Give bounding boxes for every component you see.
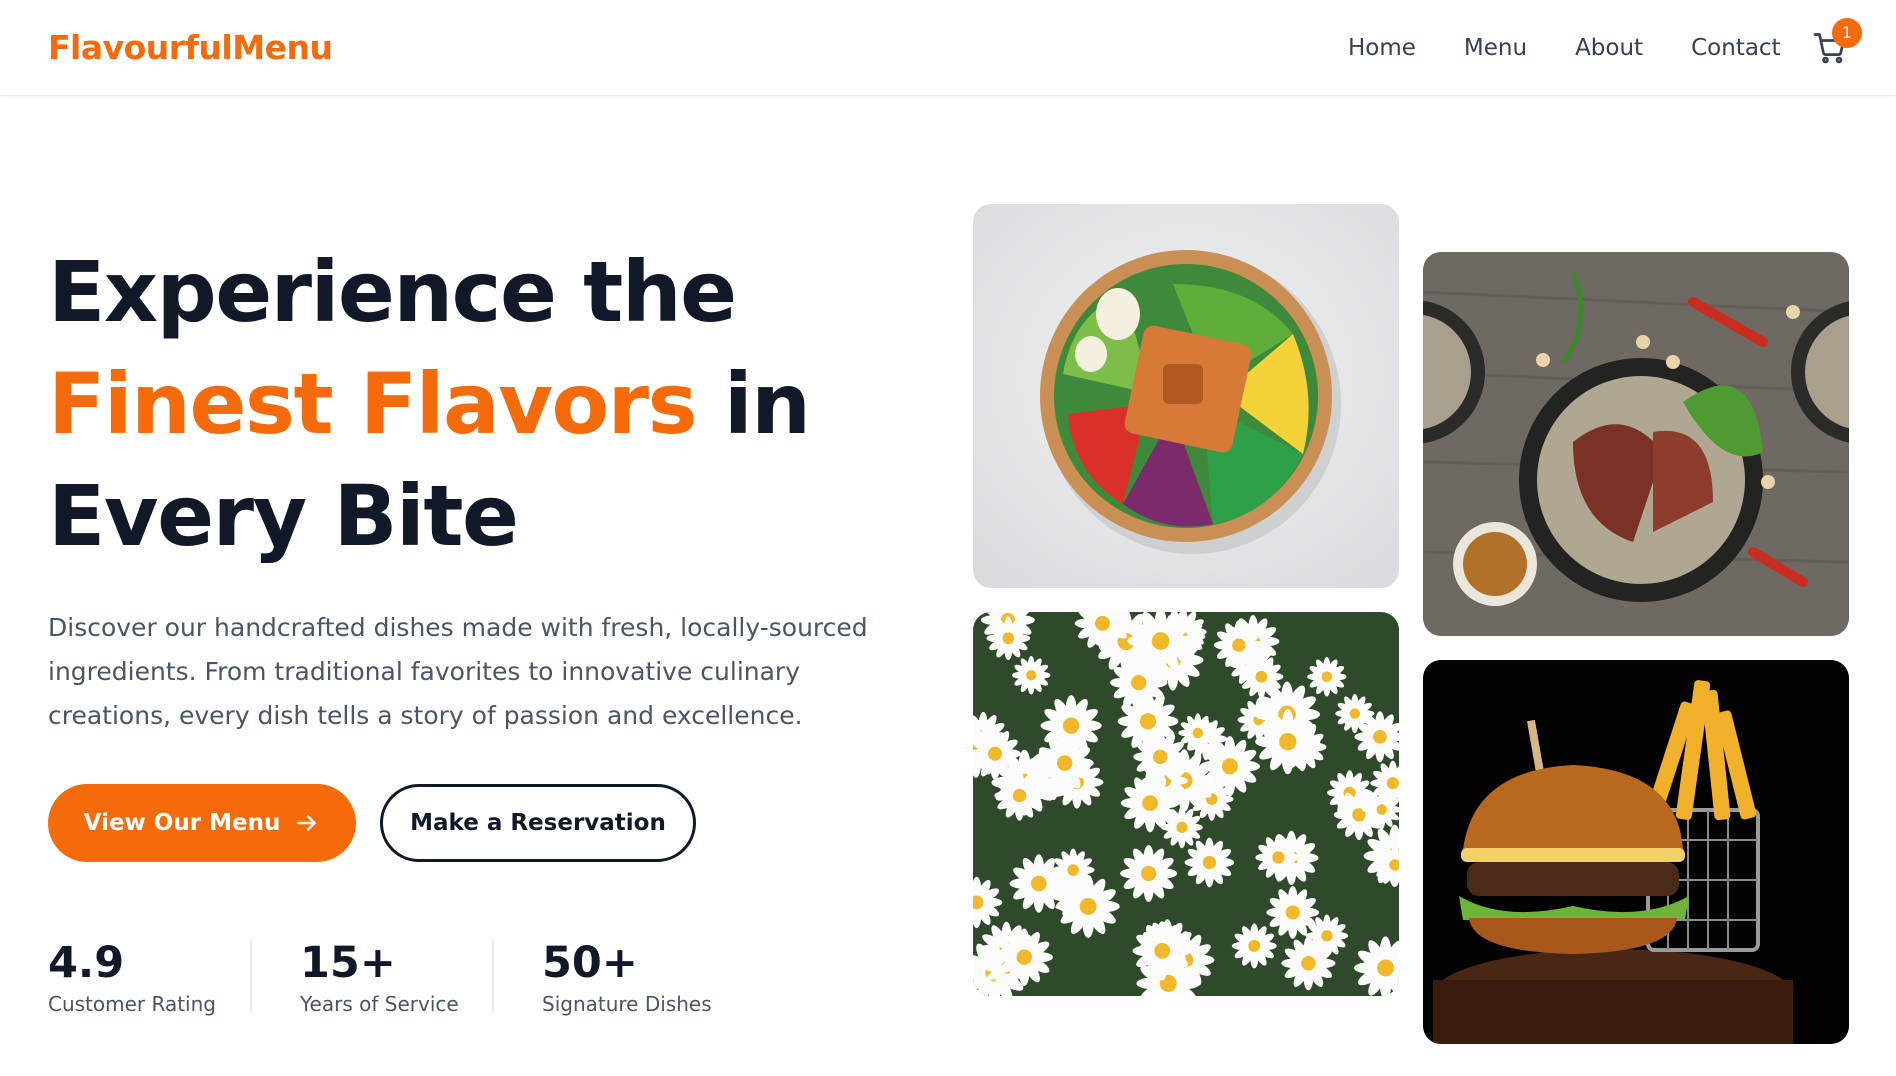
stat-dishes: 50+ Signature Dishes: [542, 936, 712, 1016]
hero-description: Discover our handcrafted dishes made wit…: [48, 613, 868, 730]
view-menu-label: View Our Menu: [83, 810, 281, 836]
burger-fries-image: [1423, 660, 1849, 1044]
reservation-button[interactable]: Make a Reservation: [380, 784, 696, 862]
stat-label: Signature Dishes: [542, 992, 712, 1016]
hero-title: Experience the Finest Flavors in Every B…: [48, 236, 928, 572]
hero-title-accent: Finest Flavors: [48, 355, 698, 453]
daisy-flowers-image: [973, 612, 1399, 996]
stat-divider: [492, 940, 494, 1012]
reservation-label: Make a Reservation: [410, 810, 666, 836]
hero-title-line3: Every Bite: [48, 467, 519, 565]
nav-about[interactable]: About: [1575, 35, 1643, 61]
stat-divider: [250, 940, 252, 1012]
navbar: FlavourfulMenu Home Menu About Contact 1: [0, 0, 1896, 96]
arrow-right-icon: [297, 815, 317, 831]
nav-contact[interactable]: Contact: [1691, 35, 1780, 61]
steak-plates-image: [1423, 252, 1849, 636]
view-menu-button[interactable]: View Our Menu: [48, 784, 356, 862]
stat-label: Years of Service: [300, 992, 459, 1016]
nav-menu[interactable]: Menu: [1464, 35, 1527, 61]
hero-title-in: in: [696, 355, 811, 453]
cart-button[interactable]: 1: [1812, 18, 1862, 70]
stat-label: Customer Rating: [48, 992, 216, 1016]
cart-count-badge: 1: [1832, 18, 1862, 48]
salad-bowl-image: [973, 204, 1399, 588]
nav-home[interactable]: Home: [1348, 35, 1416, 61]
stat-rating: 4.9 Customer Rating: [48, 936, 216, 1016]
stat-value: 15+: [300, 938, 396, 988]
stat-value: 50+: [542, 938, 638, 988]
hero-title-line1: Experience the: [48, 243, 737, 341]
nav-links: Home Menu About Contact: [1348, 35, 1829, 61]
stat-years: 15+ Years of Service: [300, 936, 459, 1016]
stat-value: 4.9: [48, 938, 125, 988]
logo[interactable]: FlavourfulMenu: [48, 28, 333, 67]
